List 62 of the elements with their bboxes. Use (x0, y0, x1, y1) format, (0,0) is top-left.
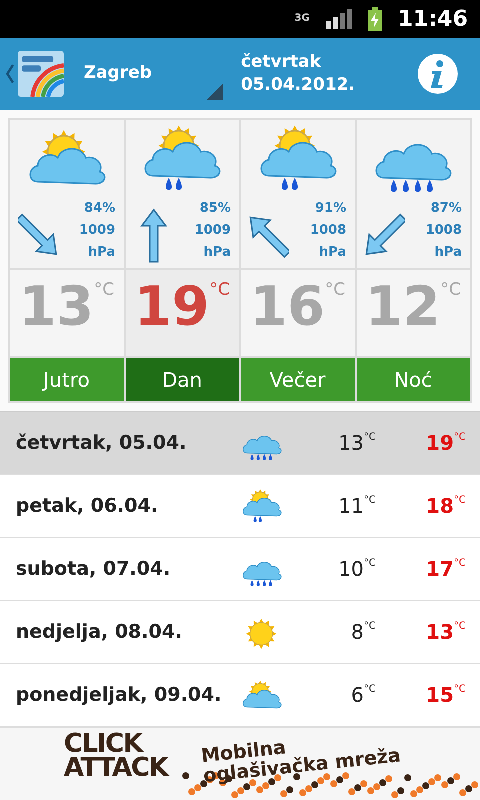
temperature-unit: °C (94, 282, 115, 299)
temperature-unit: °C (454, 683, 466, 697)
battery-charging-icon (368, 7, 382, 31)
temperature-unit: °C (364, 557, 376, 571)
temperature-unit: °C (210, 282, 230, 299)
min-temperature: 10 (338, 556, 364, 583)
period-tab[interactable]: Noć (356, 358, 470, 401)
temperature: 13 (18, 280, 94, 334)
min-temperature: 6 (351, 682, 364, 709)
max-temperature: 18 (426, 493, 454, 520)
pressure: 1009 (79, 222, 116, 240)
period-tab[interactable]: Večer (241, 358, 354, 401)
pressure-unit: hPa (434, 244, 462, 262)
temperature-unit: °C (364, 431, 376, 445)
period-tab[interactable]: Dan (126, 358, 239, 401)
max-temperature: 17 (426, 556, 454, 583)
back-chevron-icon[interactable] (6, 63, 14, 85)
pressure-unit: hPa (319, 244, 346, 262)
period-tab[interactable]: Jutro (10, 358, 124, 401)
day-name: subota, 07.04. (15, 556, 172, 582)
temperature-unit: °C (364, 494, 376, 508)
weekday: četvrtak (241, 51, 322, 74)
date: 05.04.2012. (241, 74, 356, 97)
day-name: četvrtak, 05.04. (15, 430, 188, 456)
pressure: 1008 (310, 222, 346, 240)
ad-banner[interactable]: CLICK ATTACK Mobilna oglašivačka mreža (0, 727, 480, 800)
temperature-unit: °C (454, 494, 466, 508)
temperature-unit: °C (364, 620, 376, 634)
temperature-unit: °C (364, 683, 376, 697)
min-temperature: 13 (338, 430, 364, 457)
temperature: 19 (134, 280, 210, 334)
pressure-unit: hPa (88, 244, 116, 262)
app-logo-icon[interactable] (18, 51, 64, 97)
signal-icon (326, 9, 352, 29)
temperature: 12 (365, 280, 441, 334)
temperature: 16 (250, 280, 326, 334)
humidity: 91% (315, 200, 346, 218)
pressure: 1008 (426, 222, 462, 240)
min-temperature: 11 (338, 493, 364, 520)
ad-brand: ATTACK (64, 756, 168, 780)
temperature-unit: °C (440, 282, 462, 299)
max-temperature: 13 (426, 619, 454, 646)
day-name: ponedjeljak, 09.04. (15, 682, 223, 708)
min-temperature: 8 (351, 619, 364, 646)
temperature-unit: °C (454, 431, 466, 445)
temperature-unit: °C (454, 620, 466, 634)
temperature-unit: °C (454, 557, 466, 571)
humidity: 87% (430, 200, 462, 218)
clock: 11:46 (398, 6, 468, 34)
pressure-unit: hPa (204, 244, 231, 262)
max-temperature: 15 (426, 682, 454, 709)
day-name: nedjelja, 08.04. (15, 620, 184, 645)
humidity: 84% (84, 200, 116, 218)
humidity: 85% (200, 200, 231, 218)
dropdown-corner-icon[interactable] (207, 84, 224, 100)
ad-brand: CLICK (64, 732, 144, 756)
pressure: 1009 (194, 222, 231, 240)
max-temperature: 19 (426, 430, 454, 457)
day-name: petak, 06.04. (15, 494, 160, 519)
info-icon[interactable] (418, 54, 458, 94)
network-type: 3G (294, 14, 310, 24)
temperature-unit: °C (325, 282, 346, 299)
